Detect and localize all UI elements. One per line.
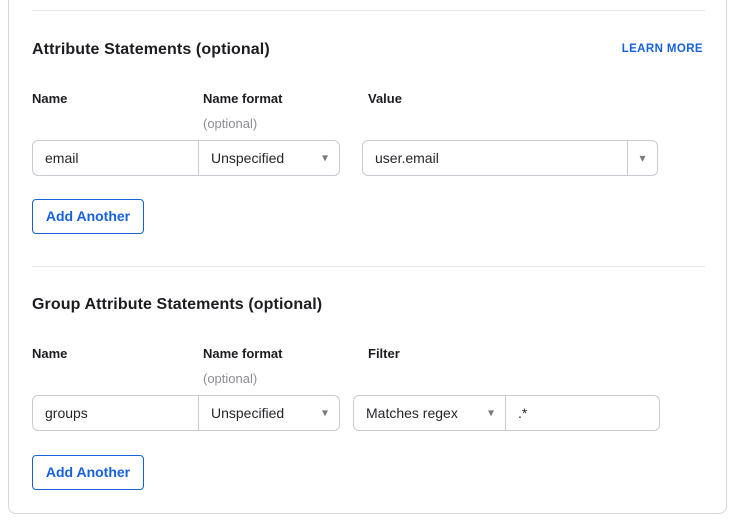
add-another-group-attribute-button[interactable]: Add Another	[32, 455, 144, 490]
attribute-statements-card	[8, 0, 727, 514]
chevron-down-icon: ▾	[322, 152, 328, 164]
group-attribute-name-input[interactable]	[33, 396, 198, 430]
add-another-attribute-button[interactable]: Add Another	[32, 199, 144, 234]
chevron-down-icon: ▾	[488, 407, 494, 419]
select-value: Matches regex	[366, 405, 458, 421]
group-attribute-filter-group: Matches regex ▾	[353, 395, 660, 431]
column-header-filter: Filter	[368, 347, 400, 361]
learn-more-link[interactable]: LEARN MORE	[622, 43, 703, 55]
attribute-name-group: Unspecified ▾	[32, 140, 340, 176]
attribute-value-group: ▾	[362, 140, 658, 176]
attribute-value-dropdown-button[interactable]: ▾	[627, 141, 657, 175]
column-subheader-optional: (optional)	[203, 372, 257, 386]
group-attribute-name-format-select[interactable]: Unspecified ▾	[198, 396, 339, 430]
attribute-value-input[interactable]	[363, 141, 627, 175]
column-header-name-format: Name format	[203, 92, 282, 106]
column-header-value: Value	[368, 92, 402, 106]
attribute-name-input[interactable]	[33, 141, 198, 175]
section-divider	[32, 266, 705, 267]
section-title-attribute-statements: Attribute Statements (optional)	[32, 41, 270, 59]
section-title-group-attribute-statements: Group Attribute Statements (optional)	[32, 296, 322, 314]
column-header-name-format: Name format	[203, 347, 282, 361]
column-header-name: Name	[32, 92, 67, 106]
filter-type-select[interactable]: Matches regex ▾	[354, 396, 506, 430]
chevron-down-icon: ▾	[322, 407, 328, 419]
column-header-name: Name	[32, 347, 67, 361]
column-subheader-optional: (optional)	[203, 117, 257, 131]
group-attribute-name-group: Unspecified ▾	[32, 395, 340, 431]
chevron-down-icon: ▾	[639, 151, 645, 165]
attribute-name-format-select[interactable]: Unspecified ▾	[198, 141, 339, 175]
filter-value-input[interactable]	[506, 396, 659, 430]
section-divider	[32, 10, 705, 11]
select-value: Unspecified	[211, 405, 284, 421]
select-value: Unspecified	[211, 150, 284, 166]
